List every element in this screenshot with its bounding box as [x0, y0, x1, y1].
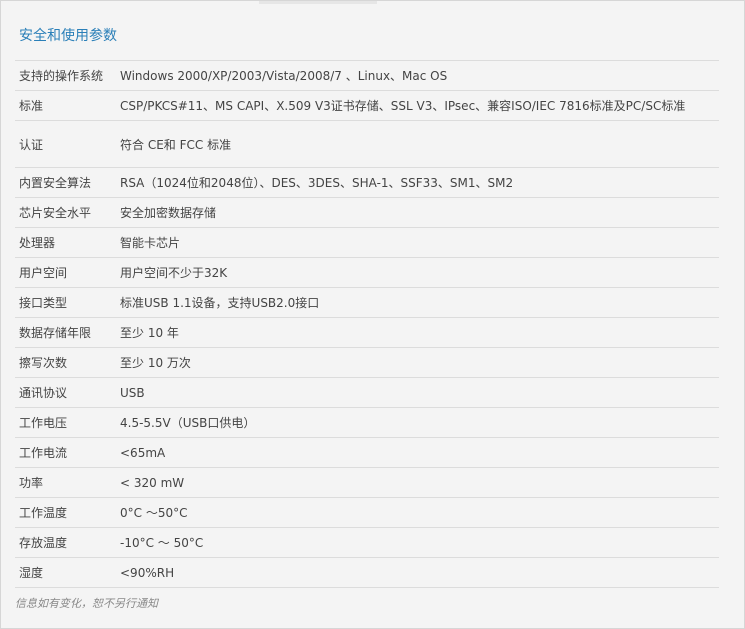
spec-label: 通讯协议 — [19, 386, 68, 400]
spec-label: 功率 — [19, 476, 44, 490]
spec-label: 擦写次数 — [19, 356, 68, 370]
top-tab-strip — [259, 1, 377, 4]
spec-label: 工作温度 — [19, 506, 68, 520]
table-row: 用户空间 用户空间不少于32K — [15, 257, 719, 288]
spec-value: 标准USB 1.1设备，支持USB2.0接口 — [120, 296, 320, 310]
spec-label: 工作电流 — [19, 446, 68, 460]
spec-label: 认证 — [19, 137, 44, 152]
spec-value: CSP/PKCS#11、MS CAPI、X.509 V3证书存储、SSL V3、… — [120, 99, 686, 113]
spec-value: 0°C ～50°C — [120, 506, 188, 520]
table-row: 处理器 智能卡芯片 — [15, 227, 719, 258]
spec-value: RSA（1024位和2048位）、DES、3DES、SHA-1、SSF33、SM… — [120, 176, 514, 190]
spec-value: USB — [120, 385, 145, 400]
table-row: 支持的操作系统 Windows 2000/XP/2003/Vista/2008/… — [15, 60, 719, 91]
table-row: 工作温度 0°C ～50°C — [15, 497, 719, 528]
spec-label: 标准 — [19, 99, 44, 113]
table-row: 芯片安全水平 安全加密数据存储 — [15, 197, 719, 228]
table-row: 工作电压 4.5-5.5V（USB口供电） — [15, 407, 719, 438]
spec-value: 用户空间不少于32K — [120, 266, 228, 280]
table-row: 存放温度 -10°C ～ 50°C — [15, 527, 719, 558]
spec-value: <65mA — [120, 445, 166, 460]
spec-label: 芯片安全水平 — [19, 206, 92, 220]
spec-panel: 安全和使用参数 支持的操作系统 Windows 2000/XP/2003/Vis… — [0, 0, 745, 629]
table-row: 湿度 <90%RH — [15, 557, 719, 588]
spec-label: 处理器 — [19, 236, 56, 250]
table-row: 工作电流 <65mA — [15, 437, 719, 468]
spec-value: 智能卡芯片 — [120, 236, 181, 250]
spec-value: 4.5-5.5V（USB口供电） — [120, 416, 256, 430]
spec-value: < 320 mW — [120, 475, 185, 490]
table-row: 通讯协议 USB — [15, 377, 719, 408]
section-title: 安全和使用参数 — [19, 28, 117, 44]
table-row: 擦写次数 至少 10 万次 — [15, 347, 719, 378]
footnote: 信息如有变化，恕不另行通知 — [15, 597, 158, 610]
table-row: 接口类型 标准USB 1.1设备，支持USB2.0接口 — [15, 287, 719, 318]
spec-label: 接口类型 — [19, 296, 68, 310]
spec-table: 支持的操作系统 Windows 2000/XP/2003/Vista/2008/… — [15, 60, 719, 588]
spec-label: 用户空间 — [19, 266, 68, 280]
spec-label: 湿度 — [19, 566, 44, 580]
table-row: 数据存储年限 至少 10 年 — [15, 317, 719, 348]
spec-label: 支持的操作系统 — [19, 69, 104, 83]
spec-value: Windows 2000/XP/2003/Vista/2008/7 、Linux… — [120, 69, 448, 83]
spec-label: 工作电压 — [19, 416, 68, 430]
spec-value: <90%RH — [120, 565, 175, 580]
spec-label: 数据存储年限 — [19, 326, 92, 340]
spec-value: 至少 10 万次 — [120, 356, 191, 370]
spec-label: 内置安全算法 — [19, 176, 92, 190]
table-row: 认证 符合 CE和 FCC 标准 — [15, 120, 719, 168]
spec-value: 符合 CE和 FCC 标准 — [120, 137, 232, 152]
spec-value: 安全加密数据存储 — [120, 206, 217, 220]
table-row: 内置安全算法 RSA（1024位和2048位）、DES、3DES、SHA-1、S… — [15, 167, 719, 198]
spec-value: -10°C ～ 50°C — [120, 536, 204, 550]
spec-value: 至少 10 年 — [120, 326, 179, 340]
table-row: 功率 < 320 mW — [15, 467, 719, 498]
table-row: 标准 CSP/PKCS#11、MS CAPI、X.509 V3证书存储、SSL … — [15, 90, 719, 121]
spec-label: 存放温度 — [19, 536, 68, 550]
